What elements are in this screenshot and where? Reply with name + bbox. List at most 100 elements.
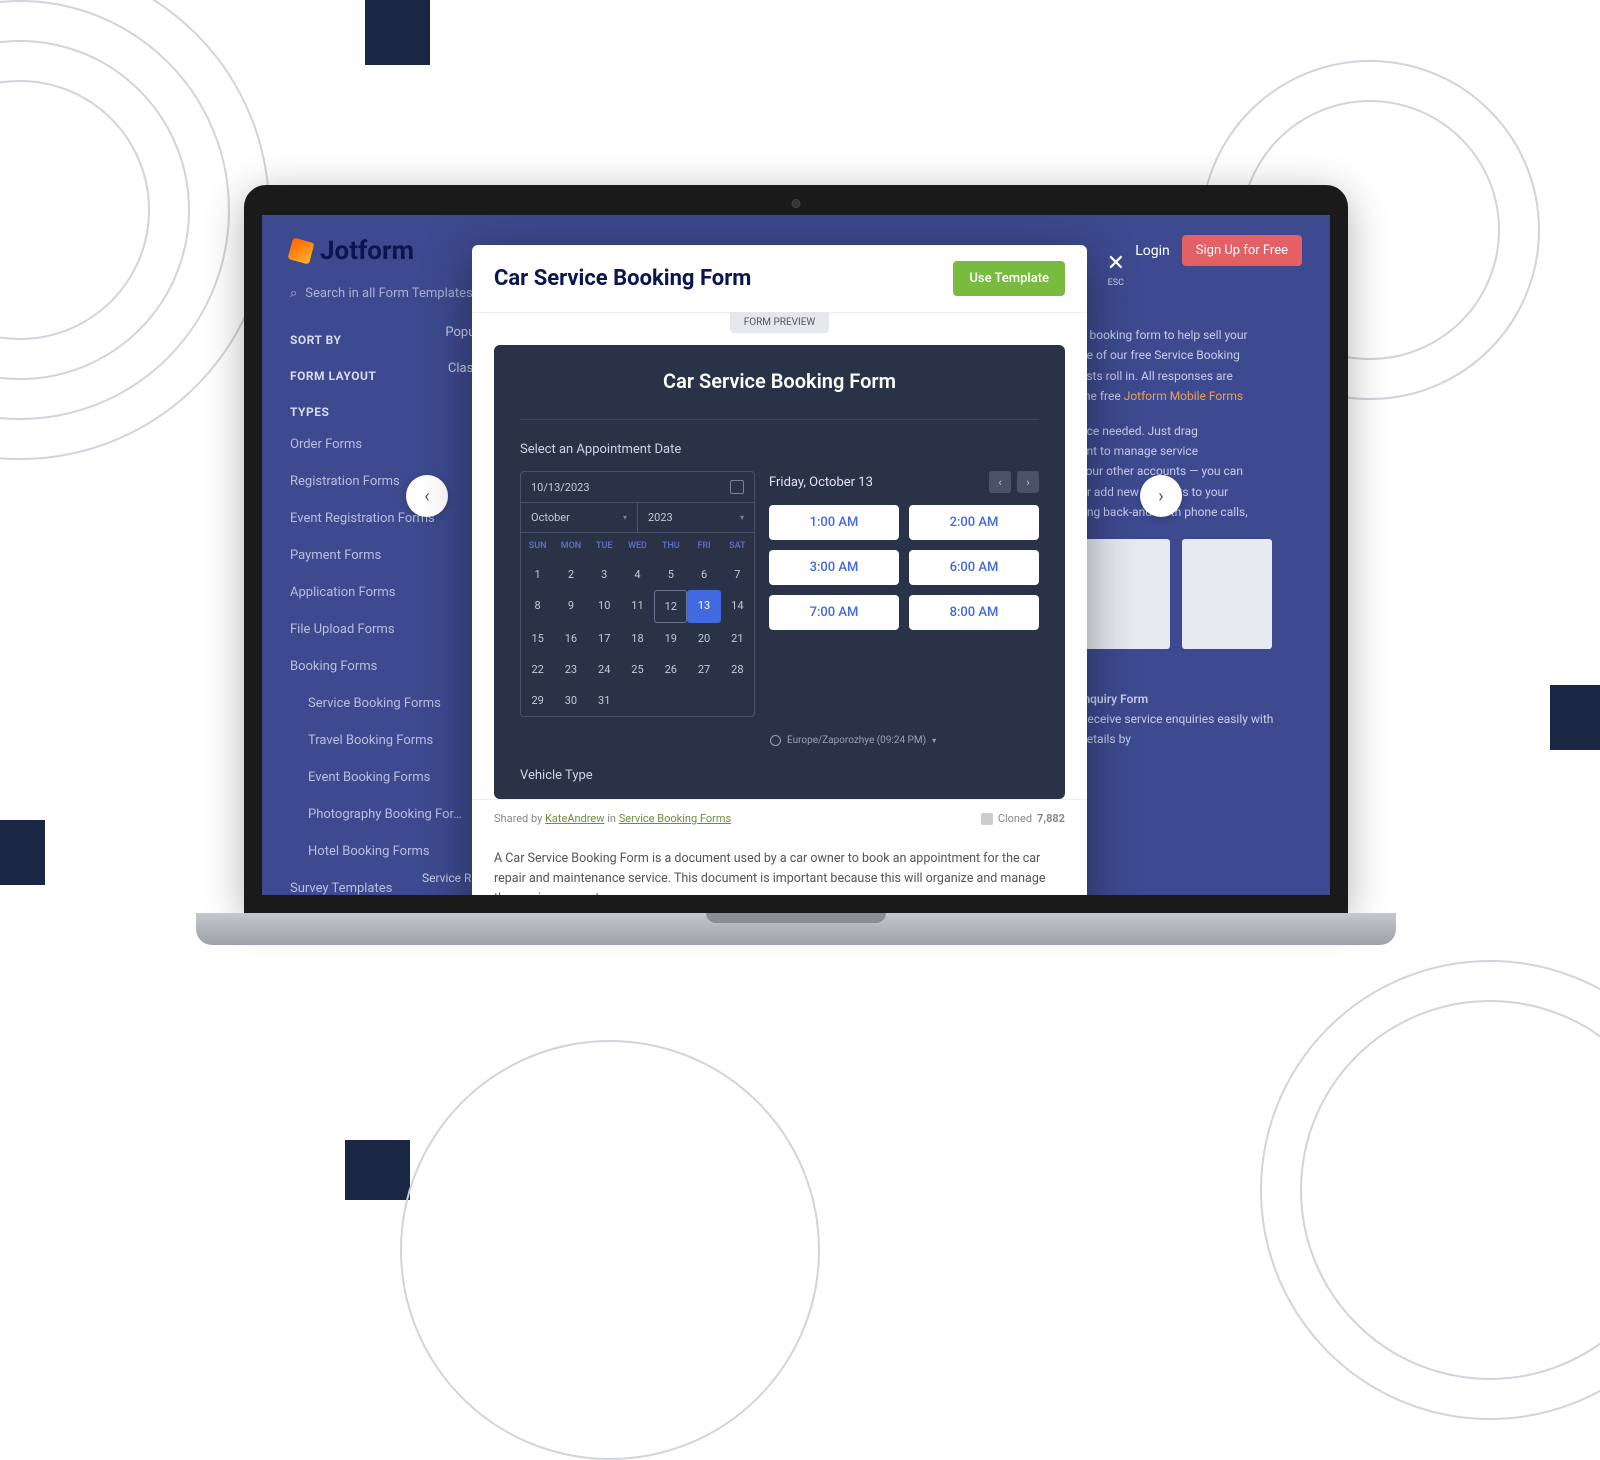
template-modal: ✕ESC Car Service Booking Form Use Templa… xyxy=(472,245,1087,895)
sidebar-item[interactable]: Registration Forms2,5 xyxy=(290,470,490,493)
time-prev-button[interactable]: ‹ xyxy=(989,471,1011,493)
sidebar-subitem[interactable]: Travel Booking Forms xyxy=(290,729,490,752)
auth-links: Login Sign Up for Free xyxy=(1135,235,1302,266)
carousel-prev-button[interactable]: ‹ xyxy=(406,475,448,517)
logo[interactable]: Jotform xyxy=(290,236,414,266)
calendar: 10/13/2023 October▾ 2023▾ SUN MON TUE WE… xyxy=(520,471,755,717)
search-icon: ⌕ xyxy=(290,286,297,301)
sidebar-subitem[interactable]: Service Booking Forms xyxy=(290,692,490,715)
template-description: A Car Service Booking Form is a document… xyxy=(472,837,1087,895)
calendar-day[interactable]: 20 xyxy=(687,623,720,654)
calendar-day[interactable]: 21 xyxy=(721,623,754,654)
calendar-day[interactable]: 14 xyxy=(721,590,754,623)
calendar-day[interactable]: 28 xyxy=(721,654,754,685)
calendar-day[interactable]: 30 xyxy=(554,685,587,716)
calendar-day[interactable]: 7 xyxy=(721,559,754,590)
logo-text: Jotform xyxy=(320,236,414,266)
sidebar-subitem[interactable]: Hotel Booking Forms xyxy=(290,840,490,863)
calendar-day[interactable]: 9 xyxy=(554,590,587,623)
author-link[interactable]: KateAndrew xyxy=(545,812,605,825)
globe-icon xyxy=(770,735,781,746)
inquiry-title: Inquiry Form xyxy=(1080,689,1300,709)
calendar-day[interactable]: 24 xyxy=(588,654,621,685)
template-meta: Shared by KateAndrew in Service Booking … xyxy=(472,799,1087,837)
time-picker: Friday, October 13 ‹ › 1:00 AM 2:00 AM 3… xyxy=(769,471,1039,717)
sidebar-item[interactable]: Booking Forms75 xyxy=(290,655,490,678)
use-template-button[interactable]: Use Template xyxy=(953,261,1065,296)
calendar-day[interactable]: 3 xyxy=(588,559,621,590)
deco-square xyxy=(365,0,430,65)
calendar-day[interactable]: 25 xyxy=(621,654,654,685)
calendar-day[interactable]: 5 xyxy=(654,559,687,590)
calendar-day[interactable]: 10 xyxy=(588,590,621,623)
calendar-day[interactable]: 16 xyxy=(554,623,587,654)
template-thumbnail[interactable] xyxy=(1080,539,1170,649)
deco-circle xyxy=(400,1040,820,1460)
signup-button[interactable]: Sign Up for Free xyxy=(1182,235,1302,266)
form-preview: Car Service Booking Form Select an Appoi… xyxy=(494,345,1065,799)
sidebar-item[interactable]: Event Registration Forms xyxy=(290,507,490,530)
calendar-icon xyxy=(730,480,744,494)
time-slot[interactable]: 6:00 AM xyxy=(909,550,1039,585)
sidebar: SORT BYPopular FORM LAYOUTClassic TYPES … xyxy=(290,325,490,895)
template-thumbnail[interactable] xyxy=(1182,539,1272,649)
calendar-day[interactable]: 1 xyxy=(521,559,554,590)
sidebar-subitem[interactable]: Photography Booking For… xyxy=(290,803,490,826)
calendar-day[interactable]: 2 xyxy=(554,559,587,590)
calendar-day[interactable]: 15 xyxy=(521,623,554,654)
timezone-selector[interactable]: Europe/Zaporozhye (09:24 PM) ▾ xyxy=(520,735,1039,746)
calendar-day[interactable]: 4 xyxy=(621,559,654,590)
category-link[interactable]: Service Booking Forms xyxy=(619,812,731,825)
sidebar-subitem[interactable]: Event Booking Forms xyxy=(290,766,490,789)
time-slot[interactable]: 8:00 AM xyxy=(909,595,1039,630)
calendar-day[interactable]: 26 xyxy=(654,654,687,685)
sidebar-item[interactable]: File Upload Forms xyxy=(290,618,490,641)
sidebar-item[interactable]: Order Forms4,1 xyxy=(290,433,490,456)
calendar-day[interactable]: 19 xyxy=(654,623,687,654)
laptop-base xyxy=(196,913,1396,945)
time-slot[interactable]: 2:00 AM xyxy=(909,505,1039,540)
types-label: TYPES xyxy=(290,405,490,419)
calendar-day[interactable]: 23 xyxy=(554,654,587,685)
deco-square xyxy=(0,820,45,885)
screen: Jotform Login Sign Up for Free ⌕ Search … xyxy=(262,215,1330,895)
date-input[interactable]: 10/13/2023 xyxy=(521,472,754,503)
chevron-down-icon: ▾ xyxy=(623,513,627,522)
month-select[interactable]: October▾ xyxy=(521,503,638,532)
calendar-day[interactable]: 22 xyxy=(521,654,554,685)
sidebar-item[interactable]: Application Forms1,8 xyxy=(290,581,490,604)
chevron-down-icon: ▾ xyxy=(932,736,936,745)
camera-dot xyxy=(792,199,801,208)
calendar-day[interactable]: 27 xyxy=(687,654,720,685)
login-link[interactable]: Login xyxy=(1135,243,1170,259)
year-select[interactable]: 2023▾ xyxy=(638,503,754,532)
calendar-day[interactable]: 6 xyxy=(687,559,720,590)
layout-label: FORM LAYOUT xyxy=(290,369,376,383)
close-button[interactable]: ✕ESC xyxy=(1107,251,1125,288)
calendar-day-selected[interactable]: 13 xyxy=(687,590,720,623)
calendar-day[interactable]: 29 xyxy=(521,685,554,716)
carousel-next-button[interactable]: › xyxy=(1140,475,1182,517)
right-panel-text: a booking form to help sell your ne of o… xyxy=(1080,325,1300,750)
form-title: Car Service Booking Form xyxy=(520,369,1039,393)
time-slot[interactable]: 7:00 AM xyxy=(769,595,899,630)
vehicle-type-label: Vehicle Type xyxy=(520,768,1039,783)
calendar-day[interactable]: 17 xyxy=(588,623,621,654)
calendar-day[interactable]: 8 xyxy=(521,590,554,623)
logo-icon xyxy=(288,237,315,264)
modal-title: Car Service Booking Form xyxy=(494,266,751,291)
appointment-label: Select an Appointment Date xyxy=(520,442,1039,457)
calendar-day[interactable]: 11 xyxy=(621,590,654,623)
time-slot[interactable]: 1:00 AM xyxy=(769,505,899,540)
time-slot[interactable]: 3:00 AM xyxy=(769,550,899,585)
calendar-grid: SUN MON TUE WED THU FRI SAT 1 2 3 4 5 xyxy=(521,533,754,716)
laptop-mockup: Jotform Login Sign Up for Free ⌕ Search … xyxy=(244,185,1348,945)
sidebar-item[interactable]: Payment Forms xyxy=(290,544,490,567)
calendar-day[interactable]: 31 xyxy=(588,685,621,716)
time-next-button[interactable]: › xyxy=(1017,471,1039,493)
calendar-day[interactable]: 12 xyxy=(654,590,687,623)
selected-date-label: Friday, October 13 xyxy=(769,475,873,490)
calendar-day[interactable]: 18 xyxy=(621,623,654,654)
search-placeholder: Search in all Form Templates xyxy=(305,286,472,301)
form-preview-tab[interactable]: FORM PREVIEW xyxy=(730,312,830,333)
